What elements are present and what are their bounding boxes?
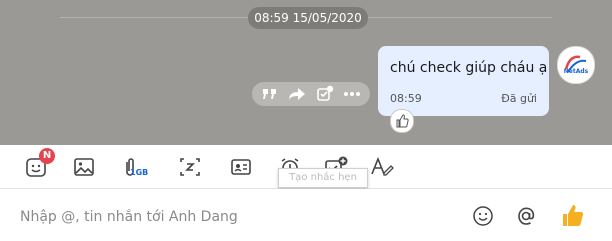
sticker-button[interactable]: N <box>22 148 55 181</box>
contact-card-button[interactable] <box>227 153 255 181</box>
netads-logo: NetAds <box>559 48 593 82</box>
message-input[interactable] <box>20 207 440 227</box>
thumbs-up-icon <box>563 205 584 226</box>
quote-icon[interactable] <box>259 84 281 104</box>
composer <box>0 189 612 241</box>
thumbs-up-outline-icon <box>396 114 409 128</box>
message-time: 08:59 <box>390 92 422 105</box>
select-message-icon[interactable] <box>314 84 336 104</box>
attach-file-button[interactable]: 1GB <box>116 153 148 181</box>
forward-icon[interactable] <box>286 84 308 104</box>
message-bubble[interactable]: chú check giúp cháu ạ 08:59 Đã gửi <box>378 46 549 116</box>
message-actions <box>252 82 370 106</box>
date-separator: 08:59 15/05/2020 <box>248 7 368 29</box>
reaction-like-button[interactable] <box>390 109 414 133</box>
message-status: Đã gửi <box>501 92 537 105</box>
mention-button[interactable] <box>513 203 539 229</box>
reminder-tooltip: Tạo nhắc hẹn <box>278 168 368 188</box>
contact-card-icon <box>231 159 251 175</box>
image-button[interactable] <box>70 153 98 181</box>
chat-area: 08:59 15/05/2020 chú check giúp cháu ạ 0… <box>0 0 612 145</box>
format-text-button[interactable] <box>368 153 396 181</box>
attach-size-label: 1GB <box>130 168 149 177</box>
more-icon[interactable] <box>341 84 363 104</box>
sticker-badge: N <box>39 148 55 164</box>
emoji-button[interactable] <box>470 203 496 229</box>
avatar[interactable]: NetAds <box>557 46 595 84</box>
image-icon <box>74 158 94 176</box>
message-text: chú check giúp cháu ạ <box>390 60 548 76</box>
emoji-icon <box>473 206 493 226</box>
text-format-icon <box>371 156 394 176</box>
screenshot-button[interactable] <box>176 153 204 181</box>
screenshot-icon <box>180 158 200 176</box>
quick-like-button[interactable] <box>560 203 586 229</box>
at-sign-icon <box>518 207 535 225</box>
svg-text:NetAds: NetAds <box>564 68 589 75</box>
